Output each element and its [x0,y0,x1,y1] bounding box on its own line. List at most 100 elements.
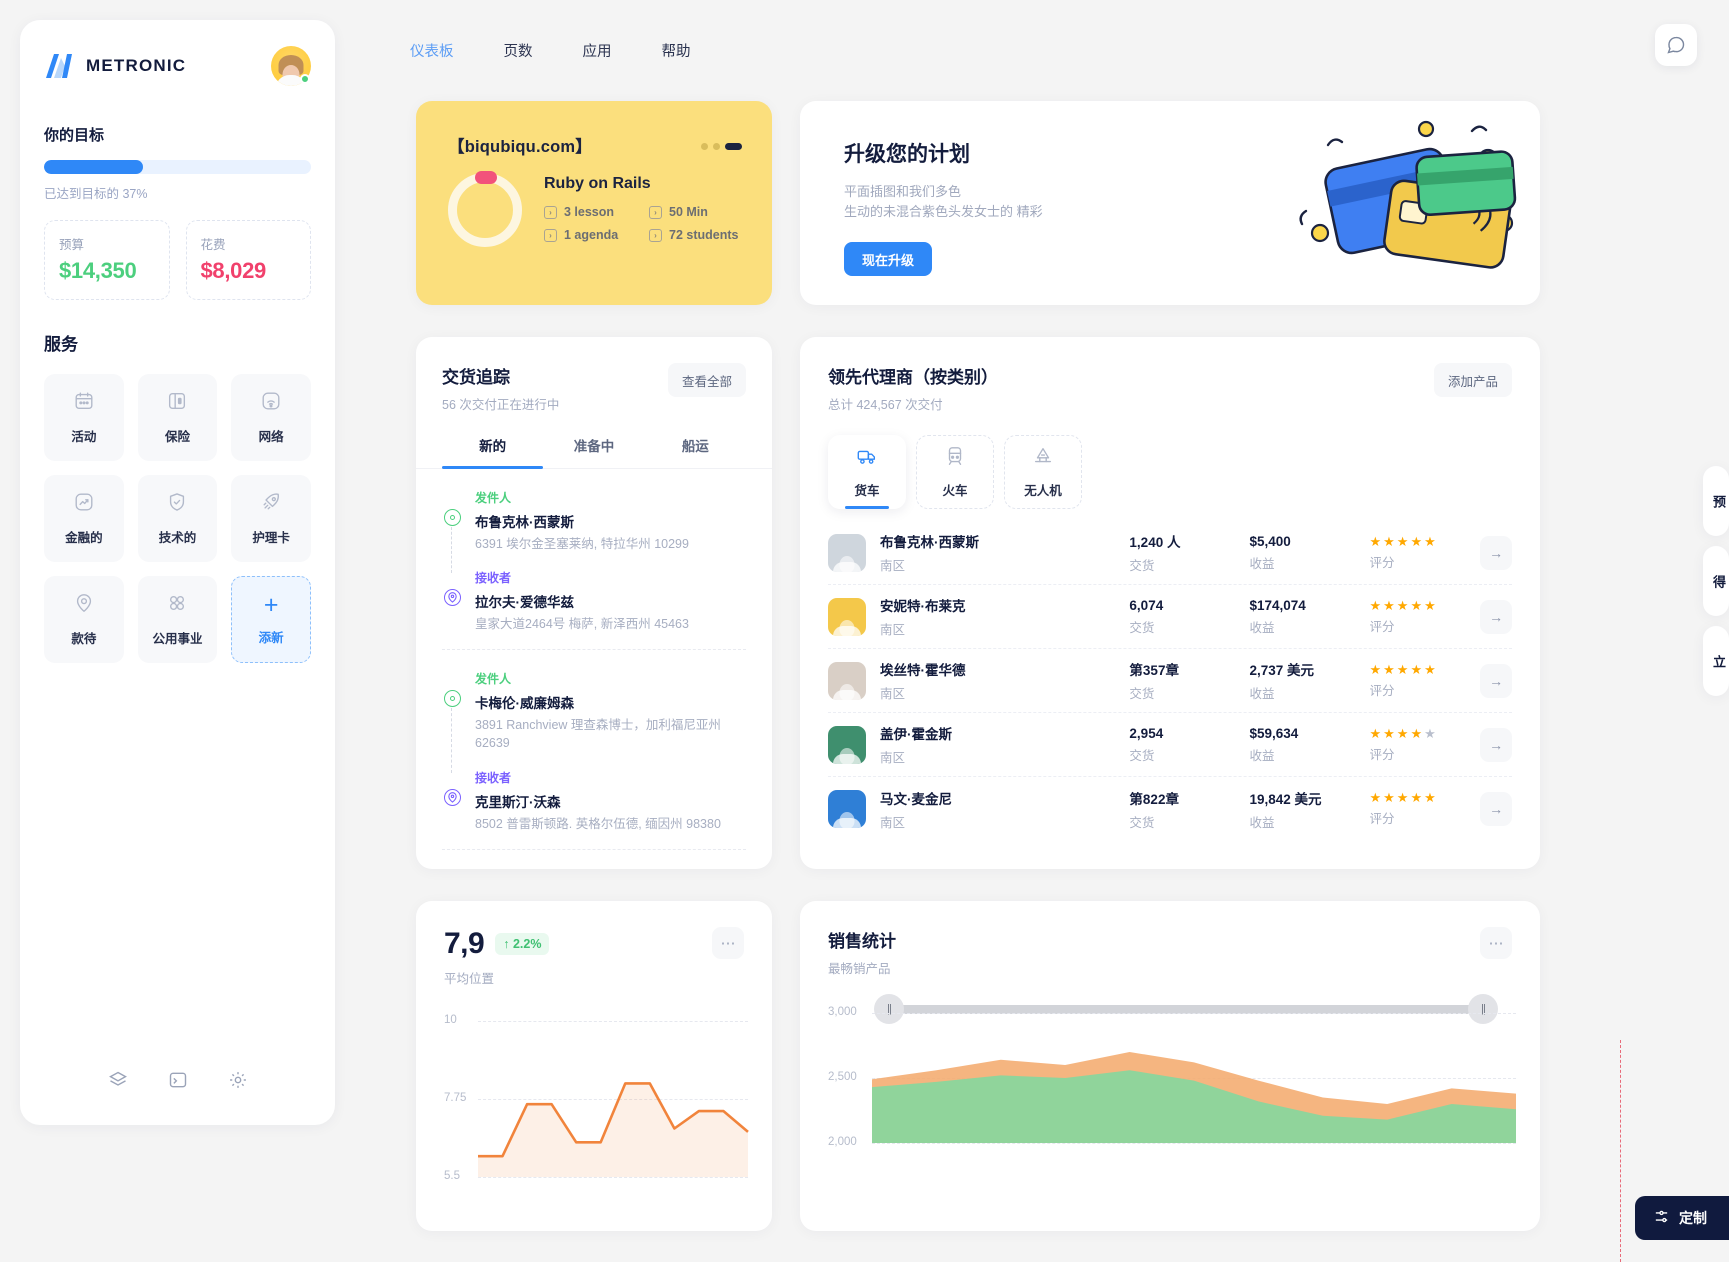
delivery-tab-0[interactable]: 新的 [442,435,544,469]
chevron-right-icon: › [544,228,557,242]
gear-icon[interactable] [228,1070,248,1095]
agent-detail-button[interactable]: → [1480,663,1512,698]
agent-avatar [828,790,866,828]
arrow-right-icon: → [1489,736,1504,753]
progress-ring-icon [448,171,522,247]
dashboard-page: METRONIC 你的目标 已达到目标的 37% 预算 $14,350 花费 $… [0,0,1729,1262]
star-icon: ★ [1424,597,1436,613]
sidebar: METRONIC 你的目标 已达到目标的 37% 预算 $14,350 花费 $… [20,20,335,1125]
star-icon: ★ [1369,597,1382,613]
services-grid: 活动 保险 网络金融的 技术的 护理卡款待 公用事业 + 添新 [44,374,311,663]
layers-icon[interactable] [108,1070,128,1095]
promo-pagination[interactable] [701,133,742,150]
book-icon [166,390,188,417]
agent-detail-button[interactable]: → [1480,599,1512,634]
agent-rating-stars: ★ ★ ★ ★ ★ [1369,535,1480,548]
agent-avatar [828,533,866,572]
budget-value: $14,350 [59,258,137,283]
arrow-right-icon: → [1489,672,1504,689]
delivery-group: 发件人 卡梅伦·威廉姆森 3891 Ranchview 理查森博士，加利福尼亚州 6… [442,650,746,850]
delivery-tab-1[interactable]: 准备中 [543,435,644,468]
agent-delivery-value: 1,240 人 [1129,535,1181,550]
service-label: 添新 [258,631,284,645]
star-icon: ★ [1410,533,1423,549]
upgrade-card: 升级您的计划 平面插图和我们多色 生动的未混合紫色头发女士的 精彩 现在升级 [800,101,1540,305]
star-icon: ★ [1383,533,1395,549]
delivery-list: 发件人 布鲁克林·西蒙斯 6391 埃尔金圣塞莱纳, 特拉华州 10299 接收者 拉尔… [416,469,772,869]
service-grid-dots[interactable]: 公用事业 [137,576,218,663]
nav-item-3[interactable]: 帮助 [652,34,701,67]
peek-card-1[interactable]: 预 [1703,466,1729,536]
star-icon: ★ [1410,725,1423,741]
service-plus[interactable]: + 添新 [231,576,311,663]
sales-more-button[interactable]: ⋯ [1480,927,1512,959]
agent-revenue-value: $174,074 [1249,597,1306,613]
agent-revenue-label: 收益 [1249,556,1275,571]
upgrade-now-button[interactable]: 现在升级 [844,242,933,277]
see-all-button[interactable]: 查看全部 [667,363,746,397]
nav-item-0[interactable]: 仪表板 [400,34,464,67]
delivery-sender-item: 发件人 卡梅伦·威廉姆森 3891 Ranchview 理查森博士，加利福尼亚州 6… [442,670,746,773]
agent-delivery-label: 交货 [1129,748,1155,763]
service-wifi[interactable]: 网络 [231,374,311,461]
delivery-tabs: 新的 准备中 船运 [416,435,772,469]
peek-card-3[interactable]: 立 [1703,626,1729,696]
agent-tab-train[interactable]: 火车 [916,435,994,509]
service-label: 公用事业 [152,632,203,646]
arrow-right-icon: → [1489,608,1504,625]
sidebar-header: METRONIC [44,46,311,86]
avg-position-more-button[interactable]: ⋯ [712,927,744,959]
service-book[interactable]: 保险 [137,374,218,461]
online-status-dot [300,74,310,84]
service-shield-check[interactable]: 技术的 [137,475,218,562]
agent-detail-button[interactable]: → [1480,727,1512,762]
peek-card-2[interactable]: 得 [1703,546,1729,616]
agent-tab-drone[interactable]: 无人机 [1004,435,1082,509]
agent-delivery-label: 交货 [1129,620,1155,635]
agent-revenue-label: 收益 [1249,687,1275,701]
agent-region: 南区 [880,751,906,765]
service-rocket[interactable]: 护理卡 [231,475,311,562]
promo-dot[interactable] [701,143,708,150]
promo-meta-text: 1 agenda [564,228,619,242]
chevron-right-icon: › [544,205,557,219]
promo-course-name: Ruby on Rails [544,175,651,192]
agent-detail-button[interactable]: → [1480,535,1512,570]
sender-name: 布鲁克林·西蒙斯 [475,515,574,530]
agent-detail-button[interactable]: → [1480,792,1512,826]
spent-stat: 花费 $8,029 [185,220,311,300]
promo-dot[interactable] [713,143,720,150]
nav-item-1[interactable]: 页数 [494,34,543,67]
agent-tab-truck[interactable]: 货车 [828,435,906,509]
budget-label: 预算 [59,238,85,252]
nav-item-2[interactable]: 应用 [573,34,622,67]
agent-row: 盖伊·霍金斯 南区 2,954 交货 $59,634 收益 ★ ★ ★ ★ ★ 评分 → [828,713,1512,777]
avatar[interactable] [271,46,311,86]
arrow-right-icon: → [1489,544,1504,561]
delivery-subtitle: 56 次交付正在进行中 [442,398,560,412]
star-icon: ★ [1369,661,1382,677]
toggle-icon[interactable] [168,1070,188,1095]
leading-agents-card: 领先代理商（按类别） 总计 424,567 次交付 添加产品 货车 火车 无人机 布… [800,337,1540,869]
arrow-right-icon: → [1489,801,1504,817]
delivery-tab-2[interactable]: 船运 [645,435,746,468]
sender-address: 6391 埃尔金圣塞莱纳, 特拉华州 10299 [475,537,689,551]
service-pin[interactable]: 款待 [44,576,124,663]
chat-button[interactable] [1655,24,1697,66]
delivery-group: 发件人 布鲁克林·西蒙斯 6391 埃尔金圣塞莱纳, 特拉华州 10299 接收者 拉尔… [442,469,746,651]
receiver-role-label: 接收者 [475,770,512,785]
service-label: 金融的 [65,531,103,545]
agent-tab-label: 无人机 [1024,484,1062,498]
add-product-button[interactable]: 添加产品 [1433,363,1512,397]
service-calendar[interactable]: 活动 [44,374,124,461]
goal-stats: 预算 $14,350 花费 $8,029 [44,220,311,300]
customize-button[interactable]: 定制 [1635,1196,1729,1240]
star-icon: ★ [1410,790,1423,805]
promo-dot-active[interactable] [725,143,742,150]
calendar-icon [73,390,95,417]
brand[interactable]: METRONIC [44,52,186,80]
star-icon: ★ [1396,597,1409,613]
agent-tab-label: 货车 [854,484,880,498]
service-chart-up[interactable]: 金融的 [44,475,124,562]
guide-line [1620,1040,1621,1262]
